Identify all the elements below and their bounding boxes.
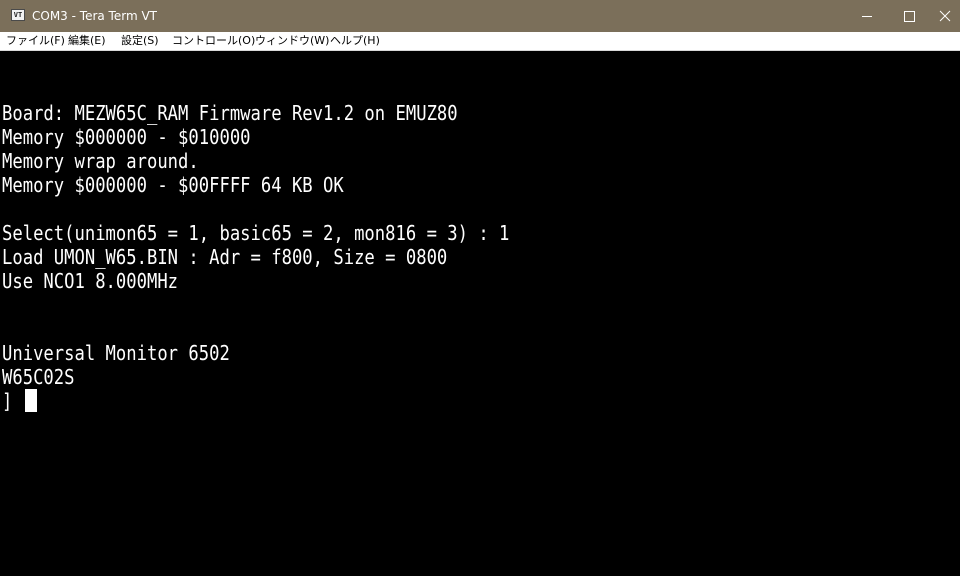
minimize-button[interactable] <box>844 0 890 32</box>
close-icon <box>939 10 951 22</box>
terminal-screen[interactable]: Board: MEZW65C_RAM Firmware Rev1.2 on EM… <box>0 51 960 576</box>
terminal-cursor <box>25 389 37 412</box>
minimize-icon <box>862 16 872 17</box>
window-title: COM3 - Tera Term VT <box>32 9 157 23</box>
terminal-line: W65C02S <box>2 365 75 389</box>
terminal-line: Load UMON_W65.BIN : Adr = f800, Size = 0… <box>2 245 448 269</box>
terminal-line: Use NCO1 8.000MHz <box>2 269 179 293</box>
menu-control[interactable]: コントロール(O) <box>172 34 255 48</box>
menu-file[interactable]: ファイル(F) <box>6 34 65 48</box>
menu-edit[interactable]: 編集(E) <box>68 34 106 48</box>
menu-setup[interactable]: 設定(S) <box>121 34 159 48</box>
maximize-button[interactable] <box>886 0 932 32</box>
terminal-line: Memory wrap around. <box>2 149 199 173</box>
menu-help[interactable]: ヘルプ(H) <box>330 34 380 48</box>
terminal-line: Select(unimon65 = 1, basic65 = 2, mon816… <box>2 221 510 245</box>
terminal-line: Board: MEZW65C_RAM Firmware Rev1.2 on EM… <box>2 101 458 125</box>
menu-bar: ファイル(F) 編集(E) 設定(S) コントロール(O) ウィンドウ(W) ヘ… <box>0 32 960 51</box>
terminal-line: Universal Monitor 6502 <box>2 341 230 365</box>
maximize-icon <box>904 11 915 22</box>
menu-window[interactable]: ウィンドウ(W) <box>255 34 329 48</box>
terminal-window: VT COM3 - Tera Term VT ファイル(F) 編集(E) 設定(… <box>0 0 960 576</box>
tera-term-app-icon[interactable]: VT <box>11 9 25 21</box>
close-button[interactable] <box>930 0 960 32</box>
terminal-line: Memory $000000 - $00FFFF 64 KB OK <box>2 173 344 197</box>
terminal-line: Memory $000000 - $010000 <box>2 125 251 149</box>
terminal-prompt: ] <box>2 389 13 413</box>
title-bar[interactable]: VT COM3 - Tera Term VT <box>0 0 960 32</box>
